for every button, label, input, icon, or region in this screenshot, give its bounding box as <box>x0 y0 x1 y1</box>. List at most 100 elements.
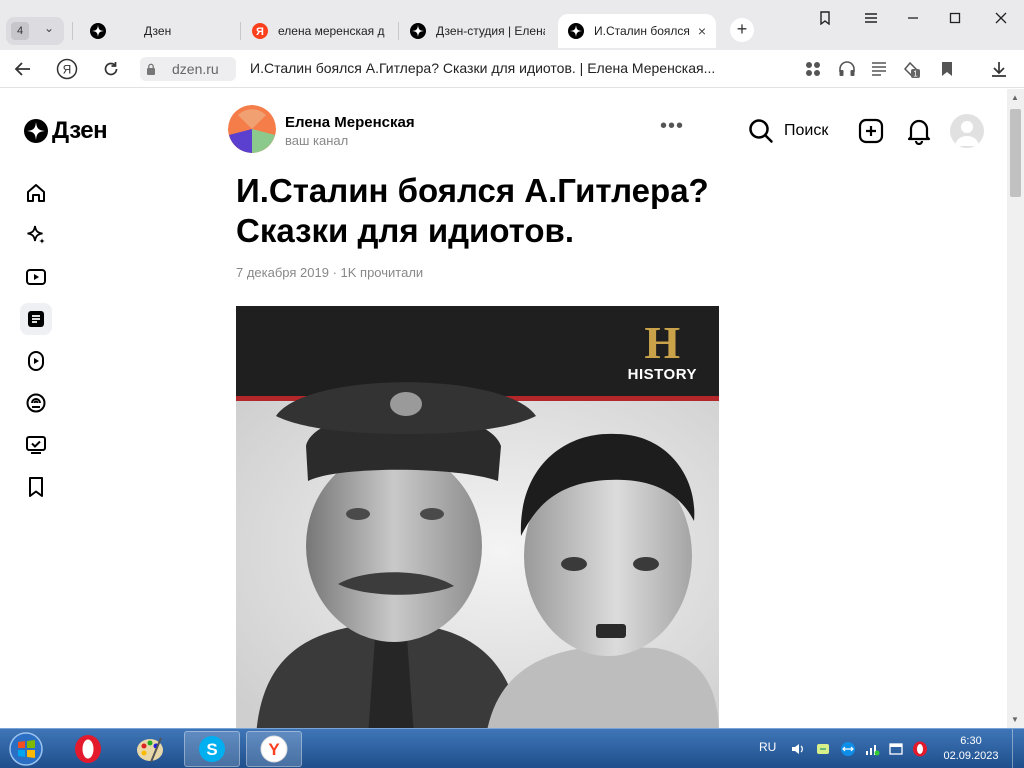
skype-icon: S <box>199 736 225 762</box>
tab-dzen-studio[interactable]: Дзен-студия | Елена <box>400 14 555 48</box>
home-icon[interactable] <box>24 181 48 205</box>
opera-tray-icon[interactable] <box>912 741 928 757</box>
tab-label: Дзен-студия | Елена <box>436 24 545 38</box>
tab-count-badge: 4 <box>11 22 29 40</box>
taskbar-paint[interactable] <box>122 731 178 767</box>
dzen-favicon-icon <box>410 23 426 39</box>
tab-separator <box>398 22 399 40</box>
tv-check-icon[interactable] <box>24 433 48 457</box>
history-letter: H <box>644 317 681 368</box>
address-bar: Я dzen.ru И.Сталин боялся А.Гитлера? Ска… <box>0 50 1024 88</box>
scroll-down-icon[interactable]: ▼ <box>1011 715 1020 724</box>
logo-text: Дзен <box>52 117 108 144</box>
sparkle-icon[interactable] <box>24 223 48 247</box>
close-icon[interactable]: × <box>698 23 706 39</box>
teamviewer-icon[interactable] <box>840 741 856 757</box>
scrollbar-thumb[interactable] <box>1010 109 1021 197</box>
yandex-favicon-icon: Я <box>252 23 268 39</box>
headphones-icon[interactable] <box>838 60 856 78</box>
tab-dzen[interactable]: Дзен <box>80 14 240 48</box>
address-page-title[interactable]: И.Сталин боялся А.Гитлера? Сказки для ид… <box>250 60 715 76</box>
yandex-browser-icon: Y <box>260 735 288 763</box>
search-button[interactable]: Поиск <box>784 122 828 140</box>
yandex-button[interactable]: Я <box>54 56 80 82</box>
taskbar-opera[interactable] <box>60 731 116 767</box>
user-avatar[interactable] <box>950 114 984 148</box>
history-word: HISTORY <box>627 366 697 383</box>
bell-icon[interactable] <box>906 117 932 145</box>
tab-separator <box>72 22 73 40</box>
channel-avatar[interactable] <box>228 105 276 153</box>
domain-chip[interactable]: dzen.ru <box>140 57 236 81</box>
download-icon[interactable] <box>990 60 1008 78</box>
history-channel-logo: H HISTORY <box>627 317 697 384</box>
svg-text:Я: Я <box>63 63 72 77</box>
svg-text:1: 1 <box>913 70 918 79</box>
network-icon[interactable] <box>864 741 880 757</box>
bookmark-icon[interactable] <box>938 60 956 78</box>
search-icon[interactable] <box>748 118 774 144</box>
bookmarks-panel-icon[interactable] <box>808 6 842 30</box>
menu-icon[interactable] <box>854 6 888 30</box>
shorts-play-icon[interactable] <box>24 349 48 373</box>
volume-icon[interactable] <box>790 741 806 757</box>
clock-time: 6:30 <box>960 735 982 747</box>
extensions-badge-icon[interactable]: 1 <box>902 60 920 78</box>
tab-separator <box>240 22 241 40</box>
tab-group-button[interactable]: 4 ⌄ <box>6 17 64 45</box>
tray-window-icon[interactable] <box>888 741 904 757</box>
clock-date: 02.09.2023 <box>943 750 999 762</box>
back-button[interactable] <box>10 56 36 82</box>
reload-button[interactable] <box>98 56 124 82</box>
dzen-logo[interactable]: Дзен <box>24 117 108 145</box>
tray-app-icon[interactable] <box>815 741 831 757</box>
show-desktop-button[interactable] <box>1012 729 1024 768</box>
domain-text: dzen.ru <box>172 61 219 77</box>
scroll-up-icon[interactable]: ▲ <box>1011 93 1020 102</box>
channel-name[interactable]: Елена Меренская <box>285 114 415 131</box>
opera-icon <box>75 735 101 763</box>
sidebar-item-articles[interactable] <box>20 303 52 335</box>
tab-strip: 4 ⌄ Дзен Я елена меренская д Дзен-студия… <box>0 0 1024 50</box>
dzen-favicon-icon <box>90 23 106 39</box>
dzen-logo-icon <box>24 119 48 143</box>
svg-text:Я: Я <box>256 26 264 38</box>
paint-palette-icon <box>137 737 163 763</box>
lock-icon <box>147 63 155 75</box>
new-tab-button[interactable]: + <box>730 18 754 42</box>
reader-mode-icon[interactable] <box>870 60 888 78</box>
bookmark-icon[interactable] <box>24 475 48 499</box>
tab-label: Дзен <box>144 24 172 38</box>
tab-search[interactable]: Я елена меренская д <box>242 14 398 48</box>
system-clock[interactable]: 6:30 02.09.2023 <box>942 734 1000 764</box>
user-silhouette-icon <box>955 121 979 146</box>
tab-label: И.Сталин боялся <box>594 24 690 38</box>
page-scrollbar[interactable]: ▲ ▼ <box>1007 89 1024 728</box>
add-post-icon[interactable] <box>858 118 884 144</box>
maximize-button[interactable] <box>938 6 972 30</box>
start-button-icon[interactable] <box>6 731 46 767</box>
articles-icon <box>28 311 44 327</box>
article-hero-image: H HISTORY <box>236 306 719 728</box>
avatar-image <box>228 105 276 153</box>
svg-text:Y: Y <box>268 740 280 759</box>
windows-taskbar: S Y RU 6:30 02.09.2023 <box>0 728 1024 768</box>
video-icon[interactable] <box>24 265 48 289</box>
article-title: И.Сталин боялся А.Гитлера? Сказки для ид… <box>236 172 709 249</box>
close-window-button[interactable] <box>984 6 1018 30</box>
language-indicator[interactable]: RU <box>759 740 776 754</box>
dzen-favicon-icon <box>568 23 584 39</box>
taskbar-skype[interactable]: S <box>184 731 240 767</box>
subscriptions-icon[interactable] <box>24 391 48 415</box>
taskbar-yandex-browser[interactable]: Y <box>246 731 302 767</box>
channel-subtitle: ваш канал <box>285 133 349 148</box>
page-content: Дзен Елена Меренская ваш канал ••• Поиск… <box>0 89 1007 728</box>
svg-text:S: S <box>206 740 217 759</box>
minimize-button[interactable] <box>896 6 930 30</box>
more-options-button[interactable]: ••• <box>660 115 684 138</box>
chevron-down-icon: ⌄ <box>44 21 55 35</box>
tab-article-active[interactable]: И.Сталин боялся × <box>558 14 716 48</box>
tab-label: елена меренская д <box>278 24 385 38</box>
apps-grid-icon[interactable] <box>804 60 822 78</box>
article-meta: 7 декабря 2019 · 1K прочитали <box>236 265 424 280</box>
